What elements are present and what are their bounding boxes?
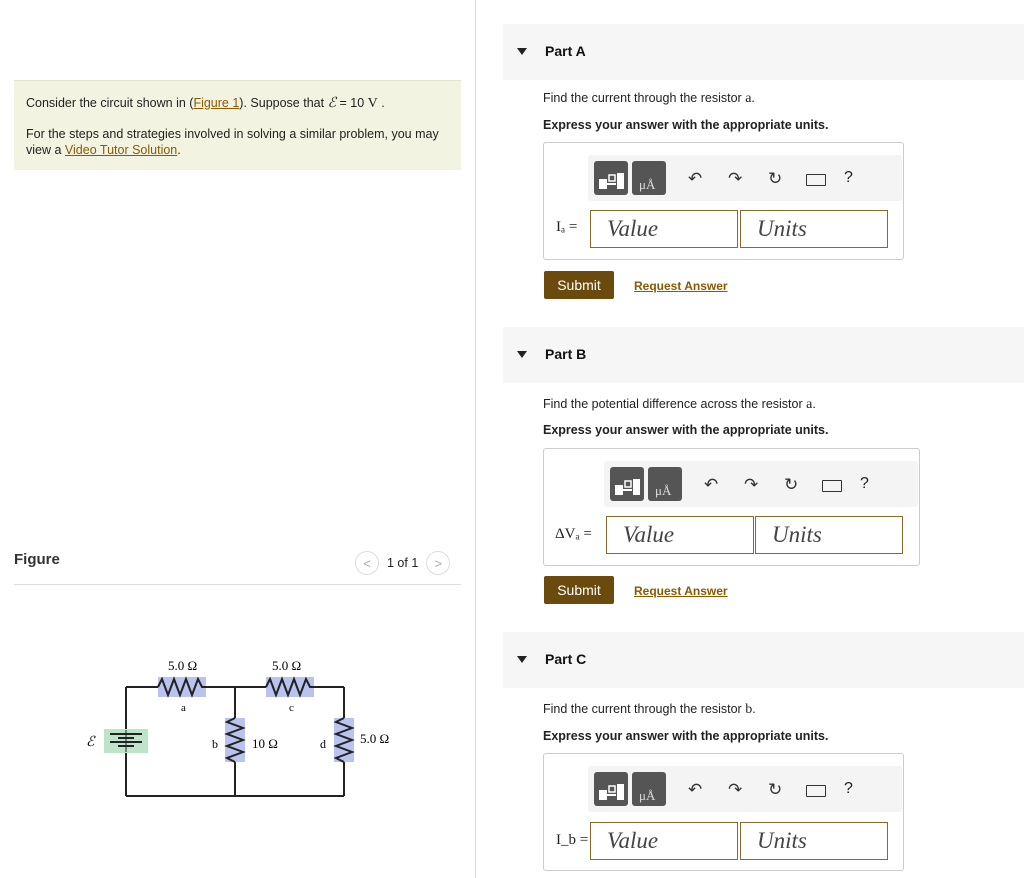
part-a-answer-box: μÅ ↶ ↷ ↻ ? Iₐ = Value Units — [543, 142, 904, 260]
resistor-b-icon — [224, 717, 246, 763]
part-b-units-input[interactable]: Units — [755, 516, 903, 554]
resistor-c-value: 5.0 Ω — [272, 658, 301, 673]
units-icon[interactable]: μÅ — [632, 161, 666, 195]
keyboard-icon[interactable] — [806, 785, 826, 797]
part-b-variable-label: ΔVₐ = — [555, 526, 592, 542]
keyboard-icon[interactable] — [822, 480, 842, 492]
part-b-question: Find the potential difference across the… — [543, 397, 816, 412]
part-a-instruction: Express your answer with the appropriate… — [543, 118, 829, 132]
problem-line-1: Consider the circuit shown in (Figure 1)… — [26, 96, 385, 111]
collapse-triangle-icon[interactable] — [517, 656, 527, 663]
undo-icon[interactable]: ↶ — [688, 169, 702, 189]
templates-icon[interactable] — [594, 772, 628, 806]
reset-icon[interactable]: ↻ — [768, 780, 782, 800]
emf-symbol: ℰ — [327, 96, 337, 111]
math-toolbar: μÅ ↶ ↷ ↻ ? — [604, 461, 918, 507]
resistor-b-name: b — [212, 737, 218, 751]
pager-count: 1 of 1 — [387, 556, 419, 570]
resistor-a-name: a — [181, 702, 186, 714]
resistor-d-icon — [333, 717, 355, 763]
collapse-triangle-icon[interactable] — [517, 48, 527, 55]
figure-divider — [14, 584, 461, 585]
resistor-d-value: 5.0 Ω — [360, 731, 389, 746]
part-c-variable-label: I_b = — [556, 832, 589, 848]
part-a-variable-label: Iₐ = — [556, 219, 578, 235]
reset-icon[interactable]: ↻ — [768, 169, 782, 189]
templates-icon[interactable] — [610, 467, 644, 501]
problem-statement: Consider the circuit shown in (Figure 1)… — [14, 80, 461, 170]
part-c-instruction: Express your answer with the appropriate… — [543, 729, 829, 743]
part-c-answer-box: μÅ ↶ ↷ ↻ ? I_b = Value Units — [543, 753, 904, 871]
templates-icon[interactable] — [594, 161, 628, 195]
redo-icon[interactable]: ↷ — [744, 475, 758, 495]
part-a-title: Part A — [545, 43, 586, 59]
help-icon[interactable]: ? — [844, 169, 853, 187]
reset-icon[interactable]: ↻ — [784, 475, 798, 495]
math-toolbar: μÅ ↶ ↷ ↻ ? — [588, 155, 902, 201]
resistor-d-name: d — [320, 737, 326, 751]
resistor-b-value: 10 Ω — [252, 736, 278, 751]
problem-line-2: For the steps and strategies involved in… — [26, 127, 439, 157]
resistor-c-icon — [265, 676, 314, 698]
figure-link[interactable]: Figure 1 — [193, 96, 239, 110]
prev-figure-button[interactable]: < — [355, 551, 379, 575]
undo-icon[interactable]: ↶ — [688, 780, 702, 800]
problem-pane: Consider the circuit shown in (Figure 1)… — [0, 0, 475, 878]
figure-pager: < 1 of 1 > — [355, 551, 451, 575]
video-tutor-link[interactable]: Video Tutor Solution — [65, 143, 177, 157]
battery-icon — [104, 729, 148, 753]
help-icon[interactable]: ? — [860, 475, 869, 493]
part-b-value-input[interactable]: Value — [606, 516, 754, 554]
part-b-answer-box: μÅ ↶ ↷ ↻ ? ΔVₐ = Value Units — [543, 448, 920, 566]
part-c-units-input[interactable]: Units — [740, 822, 888, 860]
part-a-units-input[interactable]: Units — [740, 210, 888, 248]
part-c-value-input[interactable]: Value — [590, 822, 738, 860]
circuit-diagram: ℰ 5.0 Ω a 5.0 Ω c b 10 Ω d 5.0 Ω — [86, 658, 389, 797]
part-b-header[interactable]: Part B — [503, 327, 1024, 383]
part-b-title: Part B — [545, 346, 587, 362]
collapse-triangle-icon[interactable] — [517, 351, 527, 358]
part-a-header[interactable]: Part A — [503, 24, 1024, 80]
part-c-header[interactable]: Part C — [503, 632, 1024, 688]
emf-label: ℰ — [86, 735, 96, 750]
redo-icon[interactable]: ↷ — [728, 780, 742, 800]
part-a-submit-button[interactable]: Submit — [544, 271, 614, 299]
resistor-c-name: c — [289, 702, 294, 714]
part-b-submit-button[interactable]: Submit — [544, 576, 614, 604]
undo-icon[interactable]: ↶ — [704, 475, 718, 495]
units-icon[interactable]: μÅ — [648, 467, 682, 501]
part-a-question: Find the current through the resistor a. — [543, 91, 755, 106]
redo-icon[interactable]: ↷ — [728, 169, 742, 189]
units-icon[interactable]: μÅ — [632, 772, 666, 806]
figure-title: Figure — [14, 551, 60, 568]
part-c-question: Find the current through the resistor b. — [543, 702, 756, 717]
part-a-request-answer-link[interactable]: Request Answer — [634, 279, 728, 293]
part-b-instruction: Express your answer with the appropriate… — [543, 423, 829, 437]
help-icon[interactable]: ? — [844, 780, 853, 798]
resistor-a-icon — [157, 676, 206, 698]
answer-pane: Part A Find the current through the resi… — [476, 0, 1024, 878]
math-toolbar: μÅ ↶ ↷ ↻ ? — [588, 766, 902, 812]
keyboard-icon[interactable] — [806, 174, 826, 186]
resistor-a-value: 5.0 Ω — [168, 658, 197, 673]
next-figure-button[interactable]: > — [426, 551, 451, 575]
part-b-request-answer-link[interactable]: Request Answer — [634, 584, 728, 598]
part-a-value-input[interactable]: Value — [590, 210, 738, 248]
part-c-title: Part C — [545, 651, 587, 667]
